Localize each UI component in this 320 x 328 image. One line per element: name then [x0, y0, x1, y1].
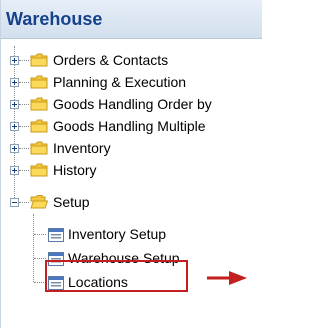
folder-icon	[30, 53, 48, 67]
folder-icon	[30, 97, 48, 111]
arrow-icon	[207, 271, 247, 285]
open-folder-icon	[30, 195, 48, 209]
folder-icon	[30, 163, 48, 177]
tree-item-label: Setup	[53, 194, 90, 210]
pane-title: Warehouse	[6, 9, 103, 29]
expand-icon[interactable]	[10, 166, 19, 175]
expand-icon[interactable]	[10, 78, 19, 87]
tree-item-label: Inventory Setup	[68, 226, 167, 242]
highlight-annotation	[45, 260, 188, 292]
expand-icon[interactable]	[10, 122, 19, 131]
tree-item-planning-execution[interactable]: Planning & Execution	[1, 72, 262, 94]
navigation-pane: Warehouse Orders & Contacts Planning & E…	[0, 0, 262, 328]
collapse-icon[interactable]	[10, 198, 19, 207]
tree-item-goods-handling-multiple[interactable]: Goods Handling Multiple	[1, 116, 262, 138]
form-icon	[48, 228, 64, 242]
expand-icon[interactable]	[10, 100, 19, 109]
tree-item-label: Planning & Execution	[53, 74, 187, 90]
tree-item-goods-handling-order[interactable]: Goods Handling Order by	[1, 94, 262, 116]
tree-item-label: Goods Handling Multiple	[53, 118, 206, 134]
tree-item-label: Inventory	[53, 140, 111, 156]
tree-item-label: History	[53, 162, 97, 178]
tree-item-orders-contacts[interactable]: Orders & Contacts	[1, 50, 262, 72]
tree-item-inventory[interactable]: Inventory	[1, 138, 262, 160]
pane-header: Warehouse	[1, 0, 262, 39]
tree-item-history[interactable]: History	[1, 160, 262, 182]
folder-icon	[30, 119, 48, 133]
folder-icon	[30, 141, 48, 155]
folder-icon	[30, 75, 48, 89]
expand-icon[interactable]	[10, 144, 19, 153]
tree-item-label: Goods Handling Order by	[53, 96, 212, 112]
tree-item-label: Orders & Contacts	[53, 52, 169, 68]
tree-item-inventory-setup[interactable]: Inventory Setup	[1, 224, 262, 246]
tree-item-setup[interactable]: Setup	[1, 192, 262, 214]
expand-icon[interactable]	[10, 56, 19, 65]
